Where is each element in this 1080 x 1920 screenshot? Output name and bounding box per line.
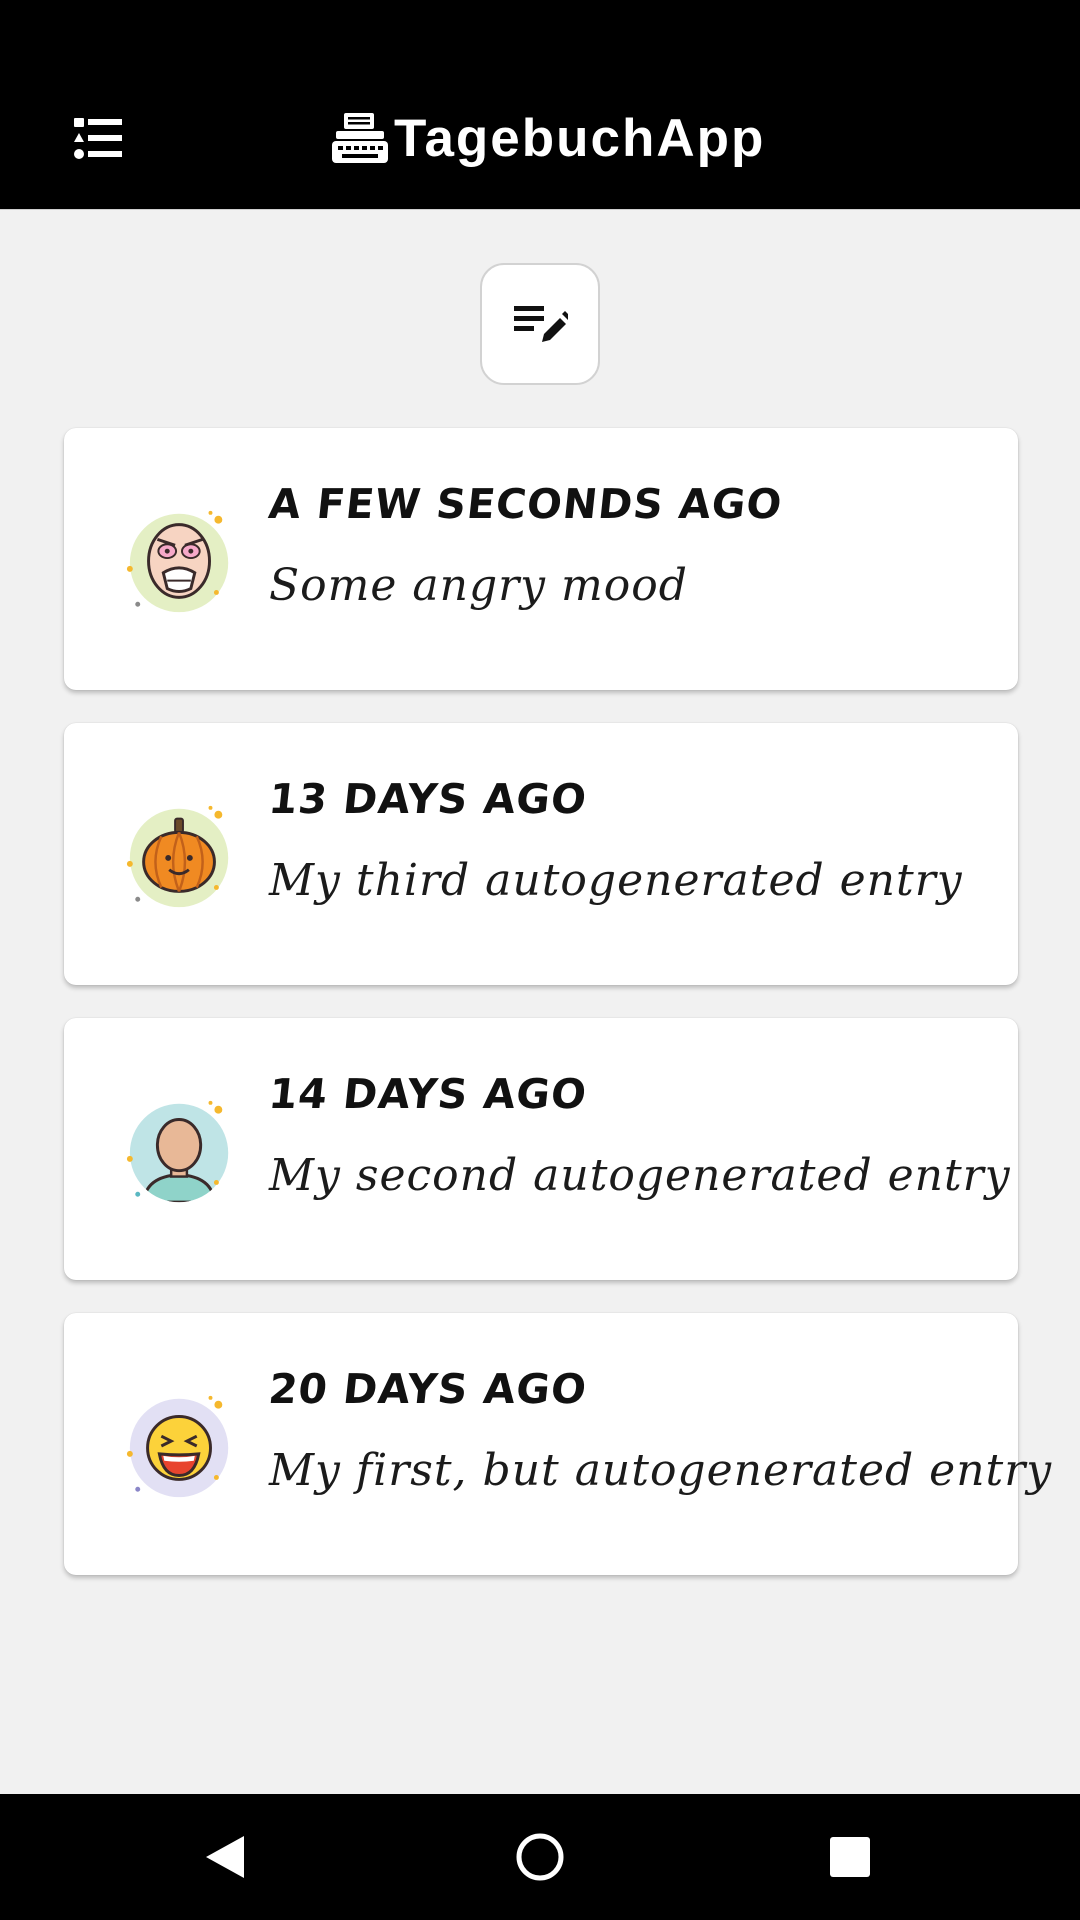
typewriter-icon: [332, 113, 388, 163]
recents-square-icon: [830, 1837, 870, 1877]
angry-face-icon: [126, 510, 229, 613]
entry-card[interactable]: A few seconds ago Some angry mood: [64, 428, 1018, 690]
back-button[interactable]: [190, 1822, 260, 1892]
laughing-face-icon: [126, 1395, 229, 1498]
entry-text: My first, but autogenerated entry: [269, 1445, 1053, 1496]
entry-time: 13 days ago: [266, 775, 590, 823]
new-entry-button[interactable]: [480, 263, 600, 385]
entry-card[interactable]: 14 days ago My second autogenerated entr…: [64, 1018, 1018, 1280]
list-icon: [74, 118, 122, 159]
entry-time: A few seconds ago: [266, 480, 785, 528]
entry-text: Some angry mood: [269, 560, 688, 611]
entry-text: My second autogenerated entry: [269, 1150, 1011, 1201]
entry-time: 14 days ago: [266, 1070, 590, 1118]
edit-note-icon: [514, 306, 568, 342]
entry-card[interactable]: 20 days ago My first, but autogenerated …: [64, 1313, 1051, 1575]
person-icon: [126, 1100, 229, 1203]
pumpkin-icon: [126, 805, 229, 908]
system-nav-bar: [0, 1794, 1080, 1920]
back-triangle-icon: [206, 1836, 244, 1878]
menu-button[interactable]: [62, 105, 136, 171]
app-title: TagebuchApp: [394, 108, 766, 168]
app-bar: TagebuchApp: [0, 0, 1080, 210]
entry-card[interactable]: 13 days ago My third autogenerated entry: [64, 723, 1018, 985]
recents-button[interactable]: [815, 1822, 885, 1892]
home-button[interactable]: [505, 1822, 575, 1892]
app-brand: TagebuchApp: [332, 102, 765, 174]
entry-list: A few seconds ago Some angry mood 13 day…: [64, 428, 1051, 1608]
entry-text: My third autogenerated entry: [269, 855, 963, 906]
entry-time: 20 days ago: [266, 1365, 590, 1413]
home-circle-icon: [516, 1833, 564, 1881]
